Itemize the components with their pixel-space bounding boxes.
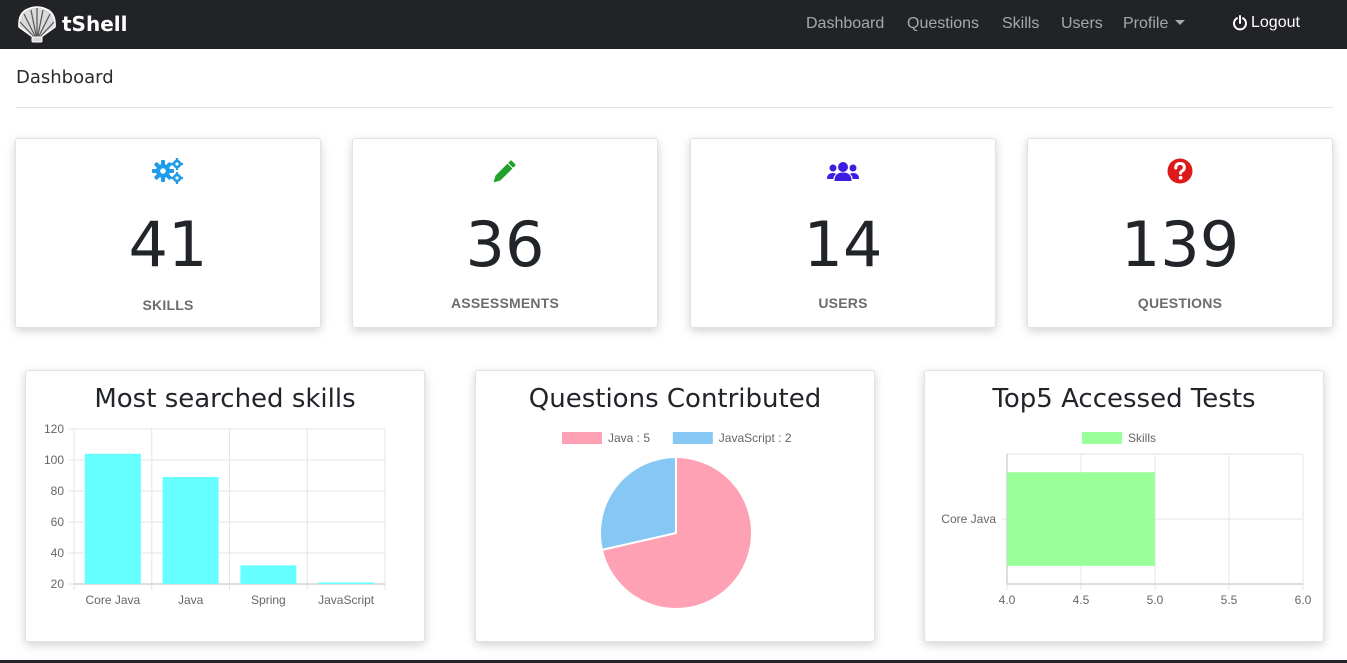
nav-users[interactable]: Users [1061, 15, 1103, 33]
nav-questions[interactable]: Questions [907, 15, 979, 33]
chart-card-most-searched: Most searched skills 120 100 80 60 40 20 Core … [25, 370, 425, 642]
stat-value: 14 [803, 208, 883, 281]
stat-card-users[interactable]: 14 USERS [690, 138, 996, 328]
users-icon [827, 162, 859, 181]
legend-swatch [1082, 432, 1122, 444]
bar [162, 477, 219, 584]
brand[interactable]: tShell [16, 5, 127, 43]
x-tick-label: Java [178, 593, 204, 607]
y-tick-label: 60 [51, 515, 65, 529]
bar [318, 582, 375, 584]
caret-down-icon [1175, 20, 1186, 25]
chart-card-top5-tests: Top5 Accessed Tests Skills 4.0 4.5 5.0 5.5 6.… [924, 370, 1324, 642]
stat-label: USERS [818, 295, 868, 311]
header-divider [16, 107, 1333, 108]
x-tick-label: 5.5 [1221, 593, 1238, 607]
stat-label: SKILLS [142, 297, 194, 313]
bar [84, 453, 141, 584]
top5-accessed-tests-chart: Skills 4.0 4.5 5.0 5.5 6.0 Core Java [941, 431, 1312, 607]
stat-value: 41 [128, 208, 208, 281]
bar [1007, 472, 1155, 566]
y-tick-label: 40 [51, 546, 65, 560]
nav-skills[interactable]: Skills [1002, 15, 1039, 33]
x-tick-label: 6.0 [1295, 593, 1312, 607]
chart-card-questions-contributed: Questions Contributed Java : 5 JavaScript… [475, 370, 875, 642]
x-tick-label: Core Java [86, 593, 141, 607]
shell-logo-icon [18, 6, 56, 43]
bar [240, 565, 297, 584]
y-tick-label: 120 [44, 422, 64, 436]
stat-value: 139 [1120, 208, 1240, 281]
logout-button[interactable]: Logout [1232, 14, 1300, 32]
stat-value: 36 [465, 208, 545, 281]
page-title: Dashboard [16, 67, 114, 88]
questions-contributed-chart: Java : 5 JavaScript : 2 [562, 431, 792, 610]
legend-label: JavaScript : 2 [719, 431, 792, 445]
x-tick-label: 4.5 [1073, 593, 1090, 607]
legend-label: Skills [1128, 431, 1156, 445]
stat-label: QUESTIONS [1137, 295, 1223, 311]
nav-profile-dropdown[interactable]: Profile [1123, 15, 1186, 33]
gears-icon [152, 158, 183, 184]
x-tick-label: JavaScript [318, 593, 375, 607]
y-tick-label: 20 [51, 577, 65, 591]
y-tick-label: Core Java [941, 512, 996, 526]
y-tick-label: 80 [51, 484, 65, 498]
logout-label: Logout [1251, 14, 1300, 31]
nav-profile-label: Profile [1123, 15, 1169, 32]
pie-slice [599, 455, 677, 552]
nav-dashboard[interactable]: Dashboard [806, 15, 884, 33]
most-searched-skills-chart: 120 100 80 60 40 20 Core Java Java Spring JavaScr… [44, 422, 386, 607]
brand-name: tShell [62, 12, 128, 36]
stat-card-questions[interactable]: 139 QUESTIONS [1027, 138, 1333, 328]
x-tick-label: Spring [251, 593, 286, 607]
stat-card-assessments[interactable]: 36 ASSESSMENTS [352, 138, 658, 328]
stat-label: ASSESSMENTS [451, 295, 559, 311]
power-icon [1233, 15, 1247, 31]
legend-swatch [562, 432, 602, 444]
x-tick-label: 5.0 [1147, 593, 1164, 607]
y-tick-label: 100 [44, 453, 64, 467]
navbar: tShell Dashboard Questions Skills Users … [0, 0, 1347, 49]
stat-card-skills[interactable]: 41 SKILLS [15, 138, 321, 328]
legend-swatch [672, 432, 713, 444]
pencil-icon [493, 160, 516, 183]
legend-label: Java : 5 [608, 431, 650, 445]
question-circle-icon [1167, 158, 1193, 184]
x-tick-label: 4.0 [999, 593, 1016, 607]
